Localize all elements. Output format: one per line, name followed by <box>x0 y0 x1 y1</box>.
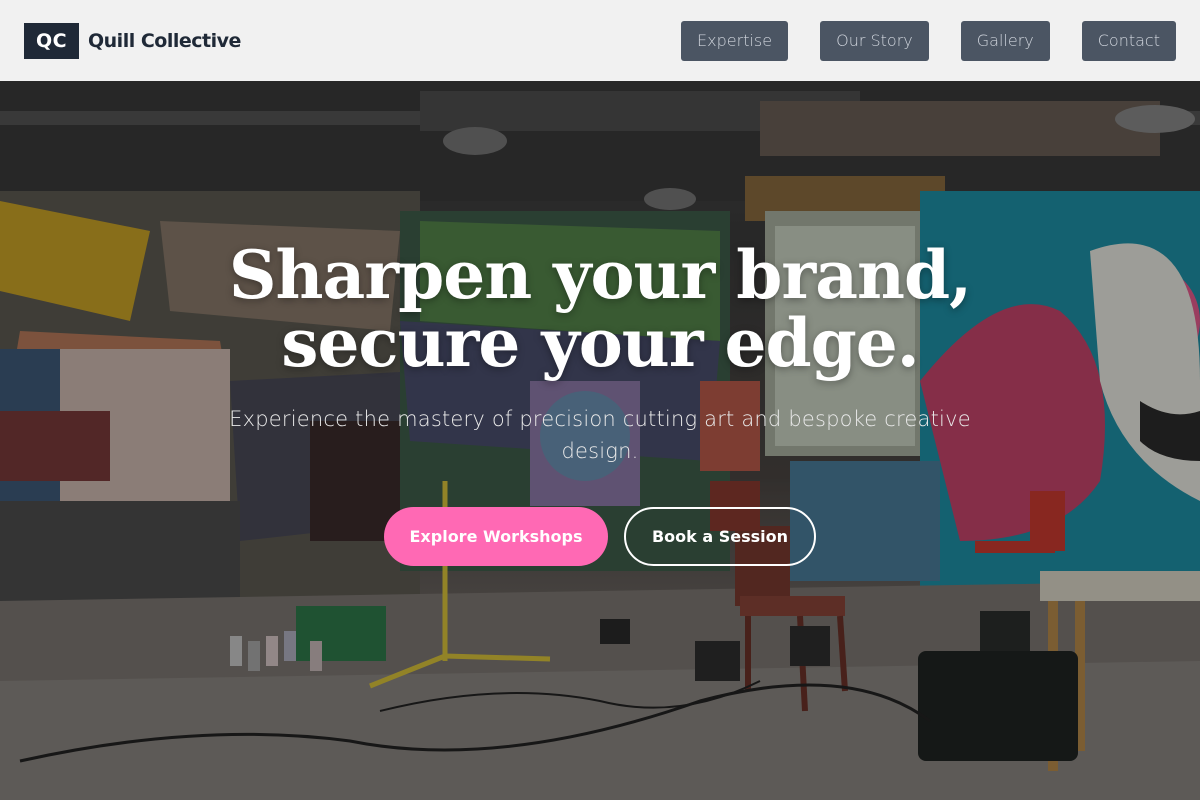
hero-subheading: Experience the mastery of precision cutt… <box>229 407 971 463</box>
hero-headline-line-2: secure your edge. <box>281 304 919 382</box>
brand-name: Quill Collective <box>88 29 241 52</box>
site-header: QC Quill Collective Expertise Our Story … <box>0 0 1200 81</box>
hero-cta-group: Explore Workshops Book a Session <box>384 507 816 566</box>
book-session-button[interactable]: Book a Session <box>624 507 816 566</box>
nav-expertise[interactable]: Expertise <box>681 20 789 61</box>
hero-headline-line-1: Sharpen your brand, <box>228 236 972 314</box>
nav-contact[interactable]: Contact <box>1081 20 1176 61</box>
nav-our-story[interactable]: Our Story <box>820 20 929 61</box>
logo-mark: QC <box>24 22 79 59</box>
hero-headline: Sharpen your brand, secure your edge. <box>0 241 1200 377</box>
hero-section: Sharpen your brand, secure your edge. Ex… <box>0 81 1200 800</box>
logo[interactable]: QC Quill Collective <box>24 22 241 59</box>
nav-gallery[interactable]: Gallery <box>960 20 1050 61</box>
explore-workshops-button[interactable]: Explore Workshops <box>384 507 608 566</box>
main-nav: Expertise Our Story Gallery Contact <box>681 20 1176 61</box>
